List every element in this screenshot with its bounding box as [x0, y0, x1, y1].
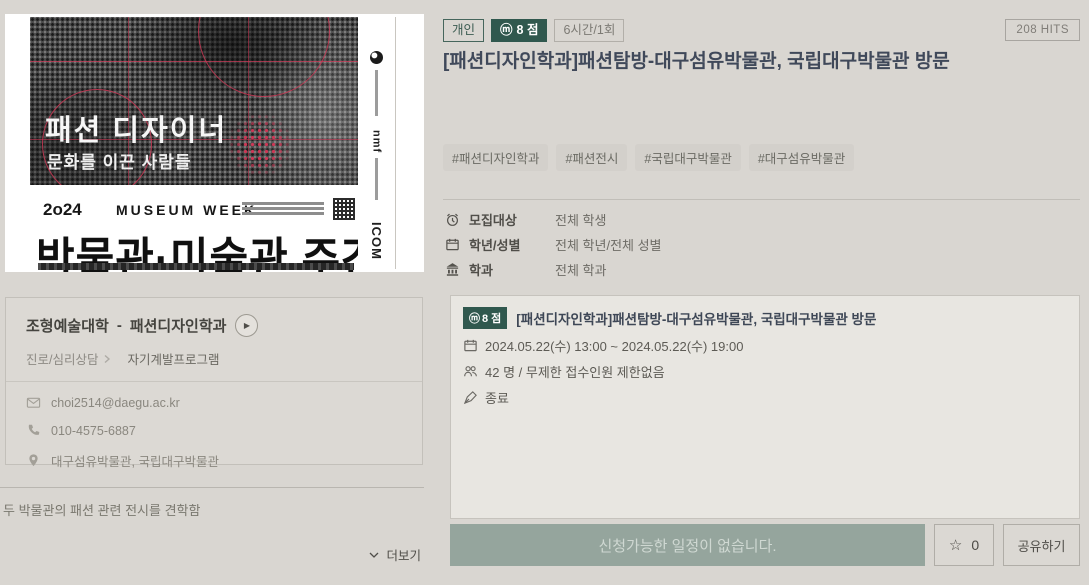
- title-dash: -: [117, 317, 122, 334]
- star-icon: ☆: [949, 536, 962, 554]
- schedule-status: 종료: [485, 388, 509, 407]
- poster-photo: 패션 디자이너 문화를 이끈 사람들: [30, 17, 358, 185]
- contact-location-row: 대구섬유박물관, 국립대구박물관: [26, 451, 402, 470]
- schedule-status-row: 종료: [463, 388, 1067, 407]
- play-icon: ▶: [244, 321, 250, 330]
- badge-personal-label: 개인: [452, 23, 475, 38]
- vertical-text-bar: [375, 70, 378, 116]
- poster-event-name: MUSEUM WEEK: [116, 202, 257, 218]
- department-name: 패션디자인학과: [130, 315, 227, 336]
- pen-icon: [463, 390, 478, 405]
- poster-fineprint: [242, 202, 324, 217]
- breadcrumb: 진로/심리상담 자기계발프로그램: [26, 349, 402, 368]
- location-pin-icon: [26, 453, 41, 468]
- header-badges: 개인 ⓜ 8 점 6시간/1회: [443, 19, 624, 42]
- chevron-down-icon: [369, 552, 379, 559]
- hashtag-chip[interactable]: #대구섬유박물관: [749, 144, 854, 171]
- schedule-capacity-row: 42 명 / 무제한 접수인원 제한없음: [463, 362, 1067, 381]
- info-value: 전체 학생: [555, 210, 606, 229]
- vertical-text-bar: [375, 158, 378, 200]
- contact-phone: 010-4575-6887: [51, 424, 136, 438]
- section-divider: [443, 199, 1080, 200]
- nmf-logo: nmf: [371, 130, 383, 153]
- contact-phone-row: 010-4575-6887: [26, 423, 402, 438]
- schedule-card: ⓜ 8 점 [패션디자인학과]패션탐방-대구섬유박물관, 국립대구박물관 방문 …: [450, 295, 1080, 519]
- college-name: 조형예술대학: [26, 315, 109, 336]
- poster-halftone-dots: [214, 99, 306, 185]
- poster-year: 2o24: [43, 200, 82, 220]
- government-logo: [370, 51, 383, 64]
- calendar-icon: [445, 237, 462, 252]
- description-divider: [0, 487, 424, 488]
- schedule-score-label: 8 점: [482, 310, 501, 326]
- badge-personal: 개인: [443, 19, 484, 42]
- calendar-icon: [463, 338, 478, 353]
- info-row-grade-gender: 학년/성별 전체 학년/전체 성별: [445, 232, 662, 257]
- badge-score-label: 8 점: [517, 23, 539, 38]
- program-poster: 패션 디자이너 문화를 이끈 사람들 2o24 MUSEUM WEEK 박물관·…: [5, 14, 424, 272]
- qr-code: [333, 198, 355, 220]
- mileage-icon: ⓜ: [500, 23, 513, 38]
- contact-email: choi2514@daegu.ac.kr: [51, 396, 180, 410]
- hashtag-list: #패션디자인학과 #패션전시 #국립대구박물관 #대구섬유박물관: [443, 144, 854, 171]
- poster-photo-strip: [38, 263, 354, 270]
- schedule-date: 2024.05.22(수) 13:00 ~ 2024.05.22(수) 19:0…: [485, 336, 743, 355]
- poster-lower: 2o24 MUSEUM WEEK 박물관·미술관 주간: [30, 185, 358, 272]
- card-divider: [6, 381, 422, 382]
- schedule-title: [패션디자인학과]패션탐방-대구섬유박물관, 국립대구박물관 방문: [516, 308, 876, 328]
- page-title: [패션디자인학과]패션탐방-대구섬유박물관, 국립대구박물관 방문: [443, 46, 1003, 73]
- info-row-target: 모집대상 전체 학생: [445, 207, 662, 232]
- organization-card: 조형예술대학 - 패션디자인학과 ▶ 진로/심리상담 자기계발프로그램 choi…: [5, 297, 423, 465]
- icom-logo: ICOM: [369, 222, 384, 260]
- schedule-score-badge: ⓜ 8 점: [463, 307, 507, 329]
- poster-subtitle: 문화를 이끈 사람들: [47, 148, 192, 173]
- poster-title: 패션 디자이너: [45, 107, 227, 149]
- info-row-department: 학과 전체 학과: [445, 257, 662, 282]
- show-more-button[interactable]: 더보기: [0, 545, 421, 564]
- favorite-count: 0: [971, 537, 979, 553]
- favorite-button[interactable]: ☆ 0: [934, 524, 994, 566]
- show-more-label: 더보기: [386, 549, 421, 563]
- schedule-capacity: 42 명 / 무제한 접수인원 제한없음: [485, 362, 665, 381]
- info-value: 전체 학년/전체 성별: [555, 235, 662, 254]
- hashtag-chip[interactable]: #패션전시: [556, 144, 627, 171]
- poster-red-circle: [198, 17, 330, 97]
- schedule-date-row: 2024.05.22(수) 13:00 ~ 2024.05.22(수) 19:0…: [463, 336, 1067, 355]
- program-info-rows: 모집대상 전체 학생 학년/성별 전체 학년/전체 성별 학과 전체 학과: [445, 207, 662, 282]
- hashtag-chip[interactable]: #국립대구박물관: [635, 144, 740, 171]
- mail-icon: [26, 395, 41, 410]
- badge-score: ⓜ 8 점: [491, 19, 547, 42]
- schedule-header: ⓜ 8 점 [패션디자인학과]패션탐방-대구섬유박물관, 국립대구박물관 방문: [463, 307, 1067, 329]
- badge-duration-label: 6시간/1회: [563, 23, 615, 38]
- info-label: 학과: [469, 260, 555, 279]
- bank-icon: [445, 262, 462, 277]
- contact-email-row: choi2514@daegu.ac.kr: [26, 395, 402, 410]
- info-label: 학년/성별: [469, 235, 555, 254]
- share-label: 공유하기: [1018, 536, 1066, 555]
- expand-department-button[interactable]: ▶: [235, 314, 258, 337]
- organization-title-row: 조형예술대학 - 패션디자인학과 ▶: [26, 314, 402, 337]
- poster-red-line: [30, 61, 358, 62]
- poster-side-margin: nmf ICOM: [358, 17, 396, 269]
- hashtag-chip[interactable]: #패션디자인학과: [443, 144, 548, 171]
- badge-duration: 6시간/1회: [554, 19, 624, 42]
- people-icon: [463, 364, 478, 379]
- action-bar: 신청가능한 일정이 없습니다. ☆ 0 공유하기: [450, 524, 1080, 566]
- mileage-icon: ⓜ: [469, 310, 480, 326]
- share-button[interactable]: 공유하기: [1003, 524, 1080, 566]
- info-value: 전체 학과: [555, 260, 606, 279]
- hits-counter: 208 HITS: [1005, 19, 1080, 41]
- phone-icon: [26, 423, 41, 438]
- breadcrumb-category[interactable]: 진로/심리상담: [26, 349, 98, 368]
- no-schedule-button[interactable]: 신청가능한 일정이 없습니다.: [450, 524, 925, 566]
- program-description: 두 박물관의 패션 관련 전시를 견학함: [3, 500, 200, 519]
- contact-location: 대구섬유박물관, 국립대구박물관: [51, 451, 219, 470]
- chevron-right-icon: [103, 354, 111, 364]
- info-label: 모집대상: [469, 210, 555, 229]
- breadcrumb-program-type[interactable]: 자기계발프로그램: [127, 349, 219, 368]
- alarm-clock-icon: [445, 212, 462, 227]
